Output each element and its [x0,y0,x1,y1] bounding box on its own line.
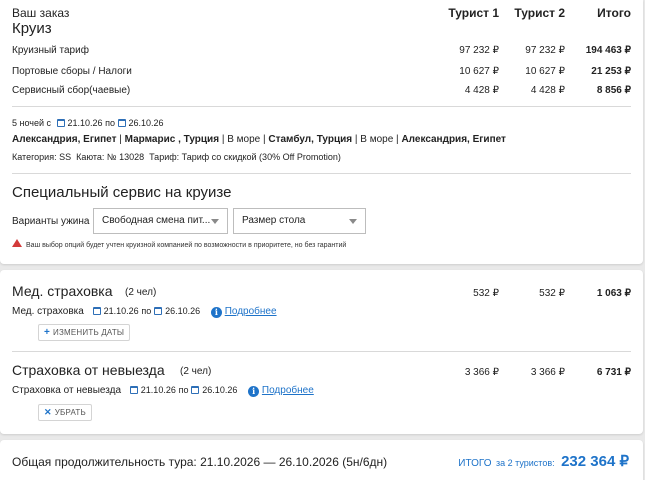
price-row-label: Портовые сборы / Налоги [12,66,132,77]
change-dates-button[interactable]: + ИЗМЕНИТЬ ДАТЫ [38,324,131,341]
price-row-total: 194 463 ₽ [585,45,631,56]
dinner-options-label: Варианты ужина [12,216,90,227]
trip-insurance-tourist-2: 3 366 ₽ [530,367,565,378]
cruise-route: Александрия, Египет | Мармарис , Турция … [12,134,506,145]
remove-label: УБРАТЬ [54,408,86,417]
order-card: Ваш заказ Турист 1 Турист 2 Итого Круиз … [0,0,643,264]
tour-duration: Общая продолжительность тура: 21.10.2026… [12,455,388,469]
grand-total-value: 232 364 ₽ [561,453,629,470]
chevron-down-icon [211,219,219,224]
calendar-icon [191,386,200,394]
calendar-icon [129,386,138,394]
warning-icon [12,239,22,247]
route-separator: | [116,134,125,145]
route-separator: | В море | [219,134,269,145]
close-icon: ✕ [44,407,52,417]
med-insurance-details: Мед. страховка 21.10.26 по 26.10.26 i По… [12,306,277,318]
price-row-tourist-2: 10 627 ₽ [525,66,565,77]
calendar-icon [92,307,101,315]
date-from: 21.10.26 [103,306,139,316]
nights-prefix: 5 ночей с [12,118,52,128]
med-insurance-sub-label: Мед. страховка [12,306,84,317]
calendar-icon [154,307,163,315]
date-to: 26.10.26 [128,118,164,128]
trip-insurance-total: 6 731 ₽ [596,367,631,378]
date-separator: по [105,118,115,128]
route-port: Александрия, Египет [401,134,506,145]
column-total: Итого [597,6,631,20]
route-port: Стамбул, Турция [268,134,353,145]
route-port: Мармарис , Турция [124,134,220,145]
order-title: Ваш заказ [12,6,70,20]
med-insurance-tourist-2: 532 ₽ [539,288,565,299]
date-to: 26.10.26 [202,385,238,395]
warning-text: Ваш выбор опций будет учтен круизной ком… [26,242,347,249]
warning-note: Ваш выбор опций будет учтен круизной ком… [12,239,346,249]
trip-insurance-sub-label: Страховка от невыезда [12,385,122,396]
price-row-label: Круизный тариф [12,45,89,56]
divider [12,173,631,174]
grand-total-label: ИТОГО [458,458,492,469]
column-tourist-1: Турист 1 [448,6,499,20]
price-row-tourist-2: 97 232 ₽ [525,45,565,56]
special-service-title: Специальный сервис на круизе [12,184,232,201]
date-from: 21.10.26 [67,118,103,128]
date-to: 26.10.26 [165,306,201,316]
change-dates-label: ИЗМЕНИТЬ ДАТЫ [53,328,125,337]
price-row-total: 21 253 ₽ [591,66,631,77]
grand-total-for: за 2 туристов: [496,458,555,468]
med-insurance-title: Мед. страховка [12,283,113,299]
med-insurance-details-link[interactable]: Подробнее [225,306,277,317]
plus-icon: + [44,327,51,338]
chevron-down-icon [349,219,357,224]
date-separator: по [141,306,152,316]
table-size-value: Размер стола [242,215,306,226]
trip-insurance-details-link[interactable]: Подробнее [262,385,314,396]
cruise-section-title: Круиз [12,20,52,37]
table-size-select[interactable]: Размер стола [233,208,366,234]
insurance-card: Мед. страховка (2 чел) 532 ₽ 532 ₽ 1 063… [0,270,643,434]
trip-insurance-details: Страховка от невыезда 21.10.26 по 26.10.… [12,385,314,397]
calendar-icon [56,119,65,127]
grand-total: ИТОГО за 2 туристов: 232 364 ₽ [458,452,629,471]
route-port: Александрия, Египет [12,134,117,145]
dinner-shift-value: Свободная смена пит... [102,215,211,226]
med-insurance-total: 1 063 ₽ [596,288,631,299]
trip-insurance-title: Страховка от невыезда [12,362,165,378]
remove-button[interactable]: ✕ УБРАТЬ [38,404,92,421]
price-row-tourist-1: 97 232 ₽ [459,45,499,56]
calendar-icon [117,119,126,127]
price-row-tourist-2: 4 428 ₽ [530,85,565,96]
price-row-label: Сервисный сбор(чаевые) [12,85,131,96]
date-from: 21.10.26 [140,385,176,395]
price-row-total: 8 856 ₽ [596,85,631,96]
price-row-tourist-1: 10 627 ₽ [459,66,499,77]
med-insurance-people: (2 чел) [125,287,157,298]
cabin-category-line: Категория: SS Каюта: № 13028 Тариф: Тари… [12,152,341,162]
trip-insurance-tourist-1: 3 366 ₽ [464,367,499,378]
dinner-shift-select[interactable]: Свободная смена пит... [93,208,228,234]
divider [12,106,631,107]
column-tourist-2: Турист 2 [514,6,565,20]
med-insurance-tourist-1: 532 ₽ [473,288,499,299]
info-icon: i [248,386,260,397]
trip-insurance-people: (2 чел) [180,366,212,377]
divider [12,351,631,352]
info-icon: i [210,307,222,318]
price-row-tourist-1: 4 428 ₽ [464,85,499,96]
date-separator: по [178,385,189,395]
cruise-dates: 5 ночей с 21.10.26 по 26.10.26 [12,118,164,128]
route-separator: | В море | [352,134,402,145]
total-card: Общая продолжительность тура: 21.10.2026… [0,440,643,480]
